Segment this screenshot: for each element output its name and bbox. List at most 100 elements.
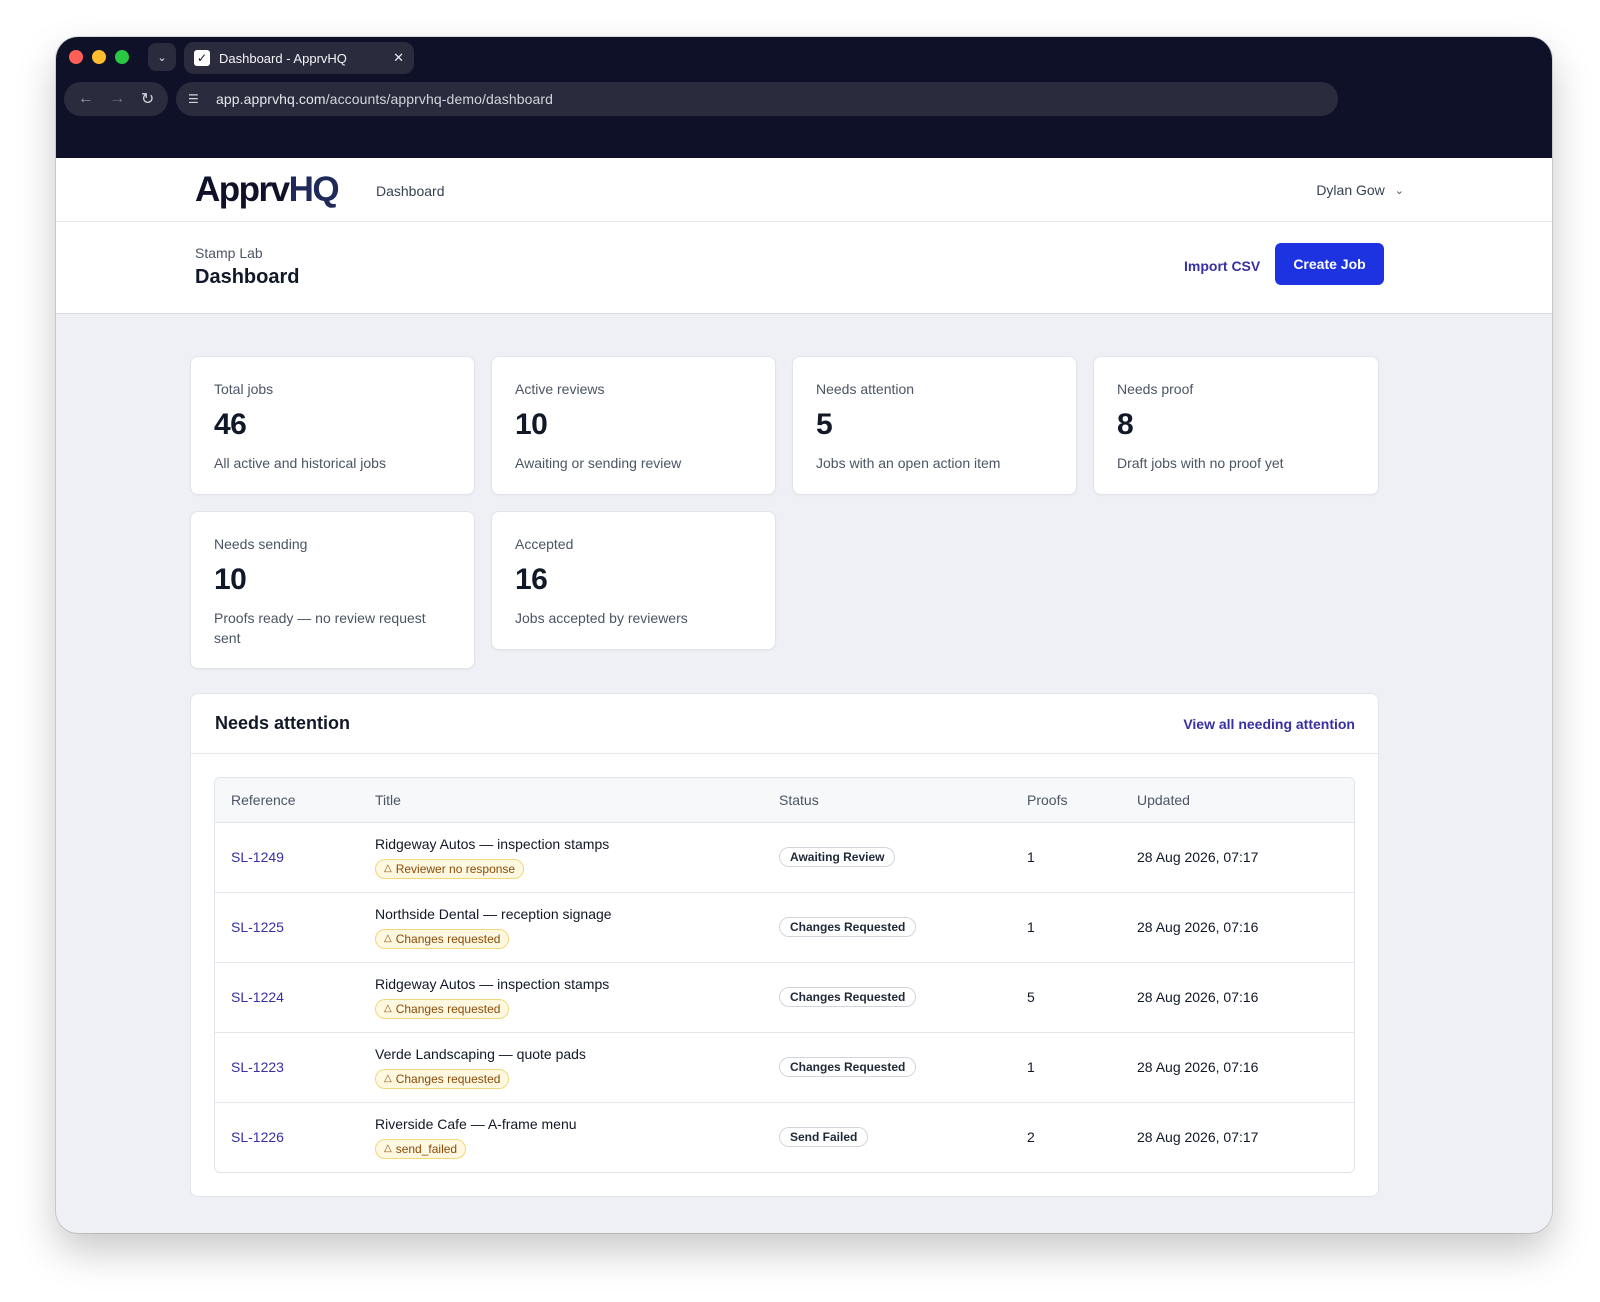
warning-triangle-icon: △	[384, 1072, 392, 1084]
maximize-window-button[interactable]	[115, 50, 129, 64]
stat-description: Awaiting or sending review	[515, 455, 682, 471]
stat-label: Needs proof	[1117, 381, 1194, 397]
stat-value: 10	[214, 563, 247, 596]
stat-card-total-jobs: Total jobs 46 All active and historical …	[190, 356, 475, 495]
job-title: Northside Dental — reception signage	[375, 905, 612, 922]
stat-card-needs-proof: Needs proof 8 Draft jobs with no proof y…	[1093, 356, 1379, 495]
tab-search-button[interactable]: ⌄	[148, 43, 176, 71]
column-header-title: Title	[375, 778, 779, 823]
job-reference-link[interactable]: SL-1225	[231, 919, 284, 935]
stat-label: Needs sending	[214, 536, 308, 552]
page-header: Stamp Lab Dashboard Import CSV Create Jo…	[56, 222, 1552, 314]
app-header: ApprvHQ Dashboard Dylan Gow ⌄	[56, 158, 1552, 222]
job-reference-link[interactable]: SL-1223	[231, 1059, 284, 1075]
chevron-down-icon: ⌄	[157, 51, 167, 64]
close-window-button[interactable]	[69, 50, 83, 64]
job-title: Ridgeway Autos — inspection stamps	[375, 835, 610, 852]
table-row[interactable]: SL-1226 Riverside Cafe — A-frame menu △ s…	[215, 1102, 1354, 1172]
updated-timestamp: 28 Aug 2026, 07:17	[1137, 849, 1259, 865]
stat-label: Needs attention	[816, 381, 915, 397]
attention-flag-badge: △ Changes requested	[375, 998, 510, 1019]
table-row[interactable]: SL-1225 Northside Dental — reception sig…	[215, 892, 1354, 962]
stat-value: 10	[515, 408, 548, 441]
updated-timestamp: 28 Aug 2026, 07:16	[1137, 919, 1259, 935]
column-header-status: Status	[779, 778, 1027, 823]
reload-icon[interactable]: ↻	[141, 89, 154, 109]
updated-timestamp: 28 Aug 2026, 07:16	[1137, 989, 1259, 1005]
attention-table: Reference Title Status Proofs Updated SL…	[214, 777, 1355, 1173]
proofs-count: 1	[1027, 919, 1035, 935]
view-all-attention-link[interactable]: View all needing attention	[1183, 716, 1355, 732]
status-badge: Changes Requested	[779, 1057, 917, 1077]
job-title: Verde Landscaping — quote pads	[375, 1045, 586, 1062]
panel-header: Needs attention View all needing attenti…	[191, 694, 1378, 754]
import-csv-link[interactable]: Import CSV	[1184, 258, 1260, 274]
stat-description: All active and historical jobs	[214, 455, 386, 471]
job-reference-link[interactable]: SL-1249	[231, 849, 284, 865]
apprvhq-logo[interactable]: ApprvHQ	[195, 170, 340, 210]
stat-card-active-reviews: Active reviews 10 Awaiting or sending re…	[491, 356, 776, 495]
warning-triangle-icon: △	[384, 1142, 392, 1154]
column-header-updated: Updated	[1137, 778, 1354, 823]
table-row[interactable]: SL-1249 Ridgeway Autos — inspection stam…	[215, 822, 1354, 892]
breadcrumb: Stamp Lab	[195, 245, 263, 261]
status-badge: Changes Requested	[779, 987, 917, 1007]
updated-timestamp: 28 Aug 2026, 07:16	[1137, 1059, 1259, 1075]
user-menu[interactable]: Dylan Gow ⌄	[1316, 182, 1404, 198]
warning-triangle-icon: △	[384, 1002, 392, 1014]
stat-description: Jobs with an open action item	[816, 455, 1001, 471]
proofs-count: 5	[1027, 989, 1035, 1005]
forward-arrow-icon[interactable]: →	[109, 90, 125, 108]
create-job-button[interactable]: Create Job	[1275, 243, 1384, 285]
address-bar[interactable]: ☰ app.apprvhq.com/accounts/apprvhq-demo/…	[176, 82, 1338, 116]
column-header-proofs: Proofs	[1027, 778, 1137, 823]
stat-label: Active reviews	[515, 381, 605, 397]
stat-card-needs-sending: Needs sending 10 Proofs ready — no revie…	[190, 511, 475, 669]
tab-title: Dashboard - ApprvHQ	[219, 50, 347, 66]
status-badge: Send Failed	[779, 1127, 869, 1148]
stat-value: 16	[515, 563, 548, 596]
updated-timestamp: 28 Aug 2026, 07:17	[1137, 1129, 1259, 1146]
stat-label: Total jobs	[214, 381, 274, 397]
stat-value: 46	[214, 408, 247, 441]
browser-window: ⌄ ✓ Dashboard - ApprvHQ ✕ ← → ↻ ☰ app.ap…	[56, 37, 1552, 1233]
site-settings-icon[interactable]: ☰	[188, 92, 206, 106]
status-badge: Awaiting Review	[779, 847, 896, 867]
stat-card-needs-attention: Needs attention 5 Jobs with an open acti…	[792, 356, 1077, 495]
job-title: Riverside Cafe — A-frame menu	[375, 1115, 577, 1132]
stat-value: 8	[1117, 408, 1134, 441]
window-controls	[69, 50, 129, 64]
tab-close-icon[interactable]: ✕	[393, 50, 404, 66]
proofs-count: 1	[1027, 849, 1035, 865]
url-text[interactable]: app.apprvhq.com/accounts/apprvhq-demo/da…	[216, 91, 1326, 107]
chevron-down-icon: ⌄	[1394, 184, 1404, 197]
warning-triangle-icon: △	[384, 862, 392, 874]
stat-card-accepted: Accepted 16 Jobs accepted by reviewers	[491, 511, 776, 650]
column-header-reference: Reference	[215, 778, 375, 823]
proofs-count: 1	[1027, 1059, 1035, 1075]
page-title: Dashboard	[195, 266, 300, 288]
table-header-row: Reference Title Status Proofs Updated	[215, 778, 1354, 823]
attention-flag-badge: △ Reviewer no response	[375, 858, 525, 879]
attention-flag-badge: △ Changes requested	[375, 928, 510, 949]
back-arrow-icon[interactable]: ←	[78, 90, 94, 108]
nav-link-dashboard[interactable]: Dashboard	[376, 183, 445, 199]
minimize-window-button[interactable]	[92, 50, 106, 64]
job-reference-link[interactable]: SL-1226	[231, 1129, 284, 1145]
browser-chrome: ⌄ ✓ Dashboard - ApprvHQ ✕ ← → ↻ ☰ app.ap…	[56, 37, 1552, 158]
panel-title: Needs attention	[215, 713, 351, 733]
job-reference-link[interactable]: SL-1224	[231, 989, 284, 1005]
table-row[interactable]: SL-1223 Verde Landscaping — quote pads △…	[215, 1032, 1354, 1102]
table-row[interactable]: SL-1224 Ridgeway Autos — inspection stam…	[215, 962, 1354, 1032]
browser-tab[interactable]: ✓ Dashboard - ApprvHQ ✕	[184, 42, 414, 74]
warning-triangle-icon: △	[384, 932, 392, 944]
job-title: Ridgeway Autos — inspection stamps	[375, 975, 610, 992]
status-badge: Changes Requested	[779, 917, 917, 937]
attention-flag-badge: △ Changes requested	[375, 1068, 510, 1089]
stat-description: Proofs ready — no review request sent	[214, 610, 426, 646]
stat-value: 5	[816, 408, 833, 441]
stat-label: Accepted	[515, 536, 574, 552]
needs-attention-panel: Needs attention View all needing attenti…	[190, 693, 1379, 1197]
stat-description: Draft jobs with no proof yet	[1117, 455, 1284, 471]
user-name: Dylan Gow	[1316, 182, 1385, 198]
